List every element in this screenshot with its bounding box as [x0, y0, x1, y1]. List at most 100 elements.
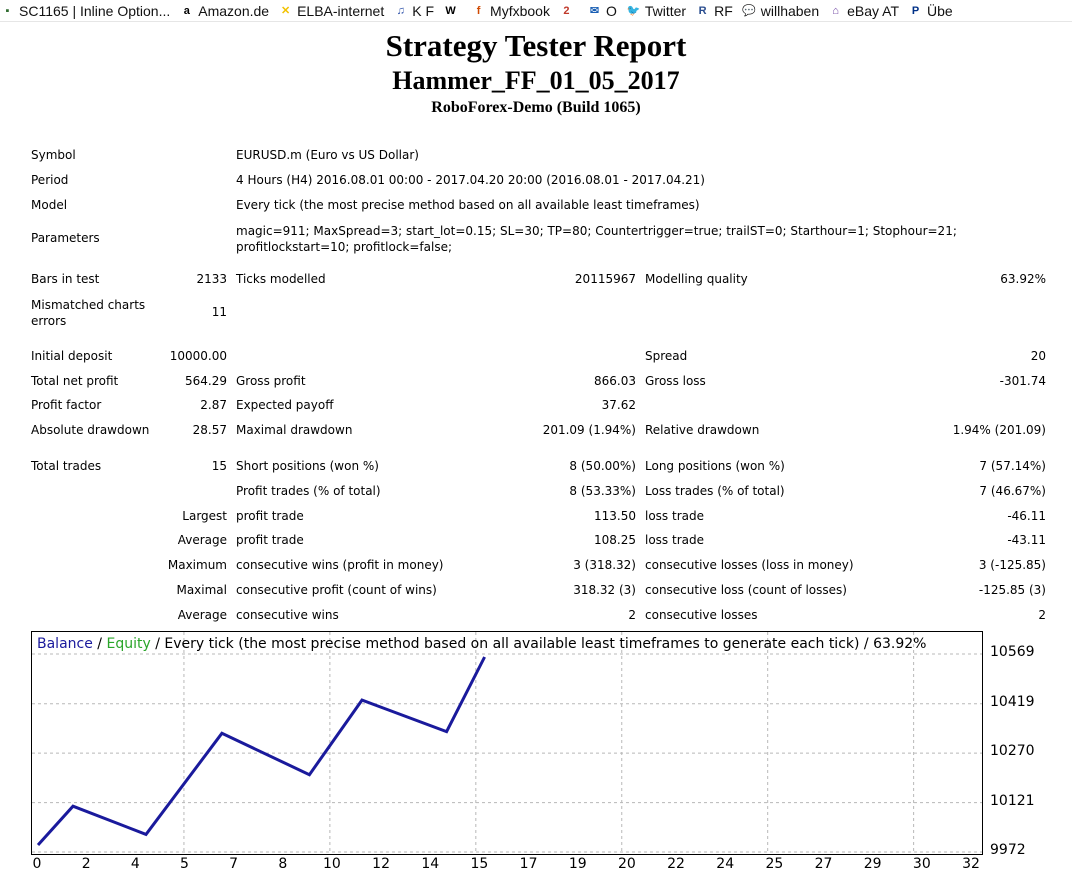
- bookmark-4[interactable]: W: [443, 3, 462, 18]
- bookmark-5[interactable]: f Myfxbook: [471, 3, 550, 19]
- report-title: Strategy Tester Report: [385, 28, 687, 63]
- bookmark-10[interactable]: 💬 willhaben: [742, 3, 819, 19]
- bars-value: 2133: [196, 272, 227, 286]
- x-tick-label-16: 27: [814, 856, 833, 872]
- average-profit-label: profit trade: [236, 533, 304, 547]
- bookmark-11[interactable]: ⌂ eBay AT: [828, 3, 899, 19]
- loss-trades-label: Loss trades (% of total): [645, 484, 785, 498]
- model-value: Every tick (the most precise method base…: [236, 198, 700, 212]
- bookmark-6[interactable]: 2: [559, 3, 578, 18]
- x-tick-label-5: 8: [278, 856, 288, 872]
- maximal-profit-label: consecutive profit (count of wins): [236, 583, 437, 597]
- ticks-label: Ticks modelled: [236, 272, 326, 286]
- long-positions-value: 7 (57.14%): [979, 459, 1046, 473]
- bookmarks-bar: ▪ SC1165 | Inline Option... a Amazon.de ✕ ELB…: [0, 0, 1072, 22]
- bookmark-7[interactable]: ✉ O: [587, 3, 617, 19]
- largest-profit-value: 113.50: [594, 509, 636, 523]
- total-trades-value: 15: [211, 459, 227, 473]
- balance-chart: [32, 632, 982, 854]
- bookmark-9[interactable]: R RF: [695, 3, 733, 19]
- maximal-label: Maximal: [176, 583, 227, 597]
- y-tick-label-2: 10270: [990, 743, 1035, 760]
- x-tick-label-6: 10: [323, 856, 341, 872]
- x-tick-label-7: 12: [372, 856, 390, 872]
- x-tick-label-17: 29: [863, 856, 882, 872]
- outlook-icon: ✉: [589, 5, 600, 17]
- x-tick-label-10: 17: [519, 856, 538, 872]
- bookmark-0[interactable]: ▪ SC1165 | Inline Option...: [0, 2, 171, 19]
- period-value: 4 Hours (H4) 2016.08.01 00:00 - 2017.04.…: [236, 173, 705, 187]
- largest-profit-label: profit trade: [236, 509, 304, 523]
- bookmark-label: Übe: [927, 2, 953, 19]
- wikipedia-icon: W: [445, 4, 456, 17]
- abs-drawdown-label: Absolute drawdown: [31, 423, 150, 437]
- ticks-value: 20115967: [574, 272, 636, 286]
- bookmark-label: Twitter: [644, 2, 687, 19]
- average-wins-value: 2: [628, 608, 636, 622]
- bookmark-1[interactable]: a Amazon.de: [179, 3, 269, 19]
- average-label: Average: [177, 533, 227, 547]
- bookmark-label: O: [605, 2, 617, 19]
- spread-label: Spread: [645, 349, 688, 363]
- short-positions-label: Short positions (won %): [236, 459, 379, 473]
- bookmark-label: SC1165 | Inline Option...: [19, 2, 171, 19]
- net-profit-label: Total net profit: [31, 374, 119, 388]
- bookmark-3[interactable]: ♫ K F: [393, 3, 434, 19]
- y-tick-label-3: 10419: [990, 693, 1035, 710]
- legend-description: / Every tick (the most precise method ba…: [150, 636, 927, 652]
- bookmark-12[interactable]: P Übe: [908, 3, 953, 19]
- expected-payoff-value: 37.62: [601, 398, 636, 412]
- rel-drawdown-label: Relative drawdown: [645, 423, 760, 437]
- speech-bubble-icon: 💬: [742, 5, 757, 17]
- y-tick-label-0: 9972: [990, 842, 1026, 858]
- largest-loss-label: loss trade: [645, 509, 704, 523]
- bookmark-2[interactable]: ✕ ELBA-internet: [278, 3, 384, 19]
- symbol-value: EURUSD.m (Euro vs US Dollar): [236, 148, 419, 162]
- quality-value: 63.92%: [1000, 272, 1046, 286]
- expected-payoff-label: Expected payoff: [236, 398, 334, 412]
- roboforex-icon: R: [698, 4, 707, 17]
- profit-factor-label: Profit factor: [31, 398, 102, 412]
- maximal-profit-value: 318.32 (3): [573, 583, 636, 597]
- elba-icon: ✕: [280, 5, 291, 17]
- report-subtitle: Hammer_FF_01_05_2017: [392, 66, 680, 95]
- initial-deposit-value: 10000.00: [169, 349, 227, 363]
- music-note-icon: ♫: [396, 4, 405, 17]
- x-tick-label-18: 30: [912, 856, 931, 872]
- bookmark-label: Myfxbook: [490, 2, 550, 19]
- average-losses-label: consecutive losses: [645, 608, 758, 622]
- bookmark-label: eBay AT: [847, 2, 900, 19]
- twitter-icon: 🐦: [626, 5, 641, 17]
- average-consecutive-label: Average: [177, 608, 227, 622]
- model-label: Model: [31, 198, 68, 212]
- myfxbook-icon: f: [476, 4, 481, 17]
- maximal-loss-label: consecutive loss (count of losses): [645, 583, 847, 597]
- total-trades-label: Total trades: [31, 459, 102, 473]
- maximum-label: Maximum: [167, 558, 227, 572]
- bookmark-label: K F: [412, 2, 435, 19]
- max-drawdown-value: 201.09 (1.94%): [542, 423, 636, 437]
- x-tick-label-4: 7: [229, 856, 239, 872]
- profit-factor-value: 2.87: [200, 398, 227, 412]
- bookmark-8[interactable]: 🐦 Twitter: [626, 3, 686, 19]
- calendar-icon: 2: [563, 4, 570, 17]
- maximal-loss-value: -125.85 (3): [978, 583, 1046, 597]
- largest-loss-value: -46.11: [1007, 509, 1046, 523]
- average-losses-value: 2: [1038, 608, 1046, 622]
- parameters-label: Parameters: [31, 231, 100, 245]
- gross-profit-value: 866.03: [594, 374, 636, 388]
- average-loss-label: loss trade: [645, 533, 704, 547]
- report-build: RoboForex-Demo (Build 1065): [431, 99, 641, 116]
- bookmark-label: RF: [714, 2, 733, 19]
- x-tick-label-1: 2: [81, 856, 91, 872]
- bookmark-label: ELBA-internet: [297, 2, 385, 19]
- x-tick-label-12: 20: [617, 856, 636, 872]
- maximum-loss-label: consecutive losses (loss in money): [645, 558, 854, 572]
- x-tick-label-13: 22: [667, 856, 685, 872]
- gross-profit-label: Gross profit: [236, 374, 306, 388]
- profit-trades-value: 8 (53.33%): [569, 484, 636, 498]
- symbol-label: Symbol: [31, 148, 76, 162]
- series-line-balance: [36, 656, 486, 847]
- gross-loss-value: -301.74: [999, 374, 1046, 388]
- rel-drawdown-value: 1.94% (201.09): [952, 423, 1046, 437]
